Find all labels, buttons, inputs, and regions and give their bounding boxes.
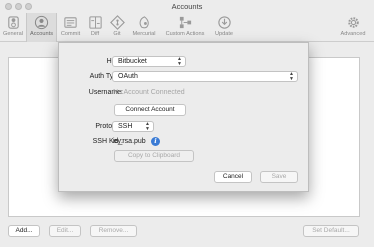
updown-arrows-icon: ▲ ▼ <box>145 121 150 132</box>
mercurial-icon <box>139 16 149 29</box>
tab-general[interactable]: General <box>0 13 26 42</box>
save-button[interactable]: Save <box>260 171 298 183</box>
preferences-window: Accounts General Accounts Commit Diff Gi… <box>0 0 374 247</box>
ssh-key-value: id_rsa.pub <box>113 138 146 145</box>
gear-icon <box>347 17 359 28</box>
git-icon <box>109 15 125 30</box>
switch-icon <box>7 16 19 29</box>
tab-commit[interactable]: Commit <box>57 13 84 42</box>
close-window-button[interactable] <box>5 3 12 10</box>
tab-accounts-label: Accounts <box>29 31 53 37</box>
username-value: No Account Connected <box>113 89 185 96</box>
tab-git-label: Git <box>113 31 121 37</box>
host-popup[interactable]: Bitbucket ▲ ▼ <box>112 56 186 67</box>
tab-general-label: General <box>3 31 23 37</box>
auth-type-value: OAuth <box>118 73 138 80</box>
set-default-button[interactable]: Set Default... <box>303 225 359 237</box>
minimize-window-button[interactable] <box>15 3 22 10</box>
tab-update[interactable]: Update <box>210 13 238 42</box>
connect-account-button[interactable]: Connect Account <box>114 104 186 116</box>
auth-type-popup[interactable]: OAuth ▲ ▼ <box>112 71 298 82</box>
tab-advanced-label: Advanced <box>340 31 366 37</box>
preferences-toolbar: General Accounts Commit Diff Git Mercuri… <box>0 13 374 42</box>
protocol-popup[interactable]: SSH ▲ ▼ <box>112 121 154 132</box>
tab-commit-label: Commit <box>60 31 81 37</box>
zoom-window-button[interactable] <box>25 3 32 10</box>
add-account-button[interactable]: Add... <box>8 225 40 237</box>
tab-mercurial[interactable]: Mercurial <box>128 13 160 42</box>
tab-custom-actions[interactable]: Custom Actions <box>160 13 210 42</box>
update-icon <box>217 16 231 29</box>
diff-icon <box>88 16 102 29</box>
window-title: Accounts <box>171 2 203 11</box>
tab-diff-label: Diff <box>90 31 100 37</box>
custom-actions-icon <box>179 16 191 29</box>
add-account-sheet: Host: Bitbucket ▲▼ Auth Type: OAuth ▲▼ U… <box>58 42 309 192</box>
updown-arrows-icon: ▲ ▼ <box>177 56 182 67</box>
protocol-value: SSH <box>118 123 133 130</box>
cancel-button[interactable]: Cancel <box>214 171 252 183</box>
copy-to-clipboard-button[interactable]: Copy to Clipboard <box>114 150 194 162</box>
info-icon[interactable]: i <box>151 137 160 146</box>
tab-accounts[interactable]: Accounts <box>26 13 57 42</box>
title-bar: Accounts <box>0 0 374 13</box>
account-icon <box>34 15 49 30</box>
tab-advanced[interactable]: Advanced <box>336 13 370 42</box>
updown-arrows-icon: ▲ ▼ <box>289 71 294 82</box>
host-value: Bitbucket <box>118 58 147 65</box>
tab-diff[interactable]: Diff <box>84 13 106 42</box>
tab-update-label: Update <box>214 31 234 37</box>
commit-icon <box>64 17 77 28</box>
edit-account-button[interactable]: Edit... <box>49 225 81 237</box>
tab-mercurial-label: Mercurial <box>132 31 156 37</box>
tab-custom-actions-label: Custom Actions <box>165 31 205 37</box>
tab-git[interactable]: Git <box>106 13 128 42</box>
remove-account-button[interactable]: Remove... <box>90 225 137 237</box>
